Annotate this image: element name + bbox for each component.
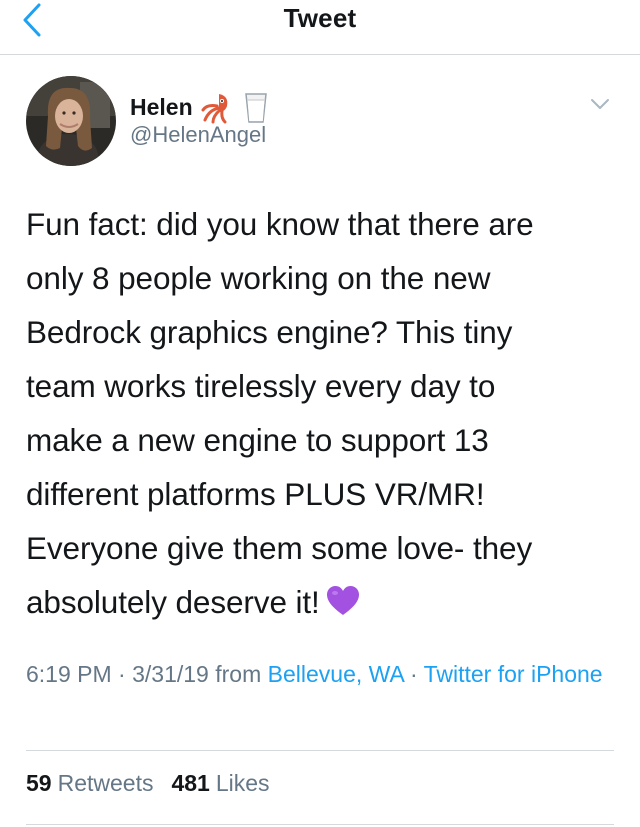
meta-separator: ·: [403, 661, 424, 687]
retweets-count: 59: [26, 770, 52, 796]
tweet-line: absolutely deserve it!: [26, 584, 320, 620]
tweet-line: only 8 people working on the new: [26, 260, 491, 296]
location-link[interactable]: Bellevue, WA: [268, 661, 404, 687]
divider: [26, 824, 614, 825]
likes-count: 481: [171, 770, 210, 796]
tweet-line: Bedrock graphics engine? This tiny: [26, 314, 513, 350]
tweet-line-last: absolutely deserve it!: [26, 575, 626, 629]
tweet-meta: 6:19 PM · 3/31/19 from Bellevue, WA · Tw…: [26, 656, 616, 692]
author-handle[interactable]: @HelenAngel: [130, 122, 266, 148]
likes-label: Likes: [215, 770, 270, 796]
avatar[interactable]: [26, 76, 116, 166]
milk-glass-emoji-icon: [244, 93, 267, 123]
avatar-photo: [26, 76, 116, 166]
top-nav-bar: Tweet: [0, 0, 640, 55]
retweets-stat[interactable]: 59 Retweets: [26, 770, 153, 797]
tweet-stats: 59 Retweets 481 Likes: [26, 770, 270, 797]
tweet-line: team works tirelessly every day to: [26, 368, 496, 404]
tweet-date: 3/31/19: [132, 661, 209, 687]
tweet-author: Helen @HelenAngel: [26, 76, 626, 166]
meta-from: from: [208, 661, 268, 687]
squid-emoji-icon: [201, 94, 227, 124]
divider: [26, 750, 614, 751]
chevron-down-icon[interactable]: [588, 92, 612, 116]
page-title: Tweet: [283, 3, 357, 33]
tweet-line: Fun fact: did you know that there are: [26, 206, 534, 242]
likes-stat[interactable]: 481 Likes: [171, 770, 269, 797]
retweets-label: Retweets: [57, 770, 154, 796]
tweet-line: make a new engine to support 13: [26, 422, 489, 458]
purple-heart-emoji-icon: [326, 586, 359, 615]
tweet-text: Fun fact: did you know that there are on…: [26, 197, 626, 629]
client-link[interactable]: Twitter for iPhone: [424, 661, 603, 687]
tweet-time: 6:19 PM: [26, 661, 112, 687]
tweet-line: Everyone give them some love- they: [26, 530, 533, 566]
meta-separator: ·: [111, 661, 133, 687]
tweet-line: different platforms PLUS VR/MR!: [26, 476, 485, 512]
author-name-line[interactable]: Helen: [130, 90, 273, 124]
author-name: Helen: [130, 93, 193, 120]
tweet-page: Tweet Helen @HelenAngel Fun fact: did yo…: [0, 0, 640, 827]
